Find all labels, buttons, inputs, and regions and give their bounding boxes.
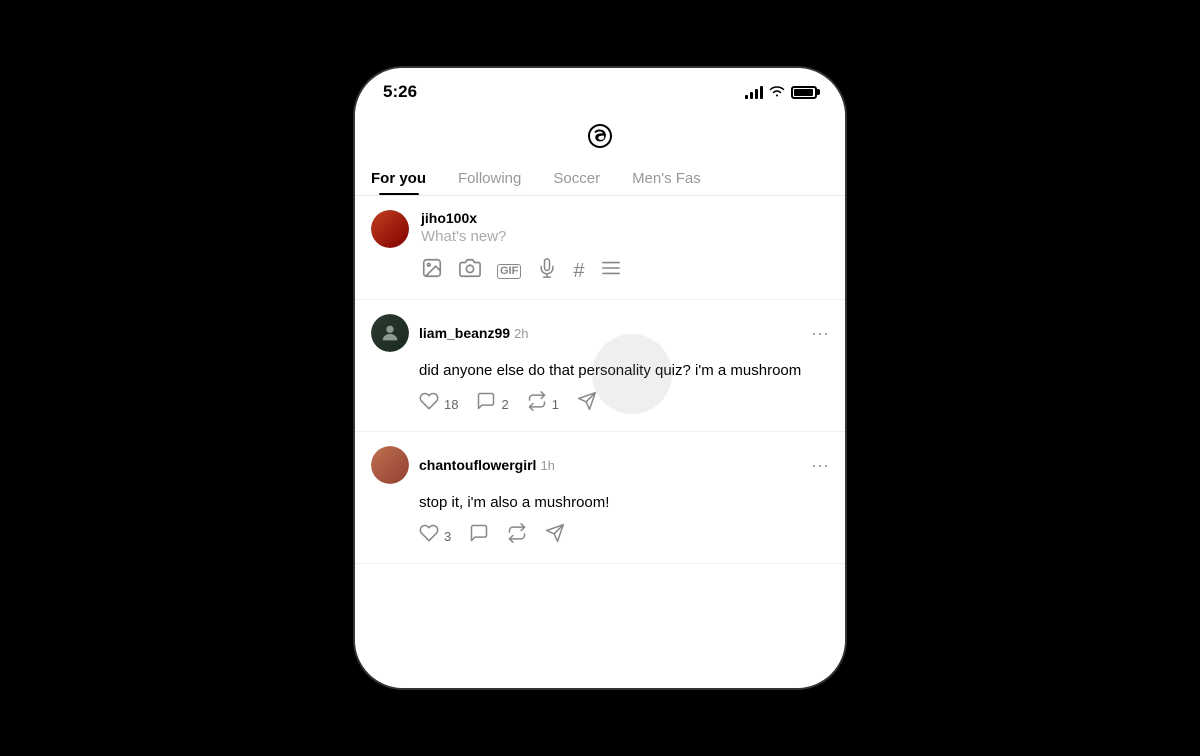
post-chantou-meta: chantouflowergirl 1h bbox=[419, 457, 555, 473]
post-liam-text: did anyone else do that personality quiz… bbox=[419, 360, 829, 381]
comment-icon-2 bbox=[469, 523, 489, 549]
compose-area: jiho100x What's new? bbox=[355, 196, 845, 300]
post-liam-comment-count: 2 bbox=[501, 397, 508, 412]
post-liam-header: liam_beanz99 2h ··· bbox=[371, 314, 829, 352]
compose-image-icon[interactable] bbox=[421, 257, 443, 285]
post-liam-repost-count: 1 bbox=[552, 397, 559, 412]
compose-gif-icon[interactable]: GIF bbox=[497, 264, 521, 279]
tab-for-you[interactable]: For you bbox=[355, 160, 442, 195]
wifi-icon bbox=[769, 84, 785, 100]
post-liam-time: 2h bbox=[514, 326, 528, 341]
threads-logo-icon bbox=[584, 120, 616, 152]
feed-content: jiho100x What's new? bbox=[355, 196, 845, 671]
post-chantou-more-icon[interactable]: ··· bbox=[811, 455, 829, 476]
post-liam-share-action[interactable] bbox=[577, 391, 597, 417]
post-liam-more-icon[interactable]: ··· bbox=[811, 323, 829, 344]
compose-actions: GIF # bbox=[421, 257, 829, 285]
post-chantou-like-count: 3 bbox=[444, 529, 451, 544]
post-chantou-time: 1h bbox=[540, 458, 554, 473]
post-liam-repost-action[interactable]: 1 bbox=[527, 391, 559, 417]
compose-content: jiho100x What's new? bbox=[421, 210, 829, 285]
post-chantou-share-action[interactable] bbox=[545, 523, 565, 549]
post-liam-comment-action[interactable]: 2 bbox=[476, 391, 508, 417]
battery-icon bbox=[791, 86, 817, 99]
post-chantou-username: chantouflowergirl bbox=[419, 457, 536, 473]
compose-avatar bbox=[371, 210, 409, 248]
post-liam-avatar bbox=[371, 314, 409, 352]
post-chantou-header: chantouflowergirl 1h ··· bbox=[371, 446, 829, 484]
tab-mens-fas[interactable]: Men's Fas bbox=[616, 160, 717, 195]
post-chantou-comment-action[interactable] bbox=[469, 523, 489, 549]
status-time: 5:26 bbox=[383, 82, 417, 102]
compose-hashtag-icon[interactable]: # bbox=[573, 260, 584, 283]
app-header bbox=[355, 110, 845, 160]
post-chantou-avatar bbox=[371, 446, 409, 484]
post-liam-actions: 18 2 bbox=[419, 391, 829, 417]
heart-icon-2 bbox=[419, 523, 439, 549]
post-chantou-actions: 3 bbox=[419, 523, 829, 549]
tab-bar: For you Following Soccer Men's Fas bbox=[355, 160, 845, 196]
post-liam-user-info: liam_beanz99 2h bbox=[371, 314, 529, 352]
status-bar: 5:26 bbox=[355, 68, 845, 110]
post-liam: liam_beanz99 2h ··· did anyone else do t… bbox=[355, 300, 845, 432]
post-chantou-text: stop it, i'm also a mushroom! bbox=[419, 492, 829, 513]
compose-username: jiho100x bbox=[421, 210, 829, 226]
compose-placeholder-text[interactable]: What's new? bbox=[421, 228, 829, 245]
repost-icon-2 bbox=[507, 523, 527, 549]
signal-icon bbox=[745, 85, 763, 99]
heart-icon bbox=[419, 391, 439, 417]
post-liam-like-action[interactable]: 18 bbox=[419, 391, 458, 417]
post-chantou-repost-action[interactable] bbox=[507, 523, 527, 549]
post-chantou-like-action[interactable]: 3 bbox=[419, 523, 451, 549]
repost-icon bbox=[527, 391, 547, 417]
post-liam-meta: liam_beanz99 2h bbox=[419, 325, 529, 341]
post-liam-like-count: 18 bbox=[444, 397, 458, 412]
comment-icon bbox=[476, 391, 496, 417]
share-icon-2 bbox=[545, 523, 565, 549]
share-icon bbox=[577, 391, 597, 417]
phone-frame: 5:26 bbox=[355, 68, 845, 688]
post-chantou: chantouflowergirl 1h ··· stop it, i'm al… bbox=[355, 432, 845, 564]
compose-mic-icon[interactable] bbox=[537, 257, 557, 285]
compose-camera-icon[interactable] bbox=[459, 257, 481, 285]
status-icons bbox=[745, 84, 817, 100]
post-chantou-user-info: chantouflowergirl 1h bbox=[371, 446, 555, 484]
post-liam-username: liam_beanz99 bbox=[419, 325, 510, 341]
tab-soccer[interactable]: Soccer bbox=[537, 160, 616, 195]
compose-list-icon[interactable] bbox=[600, 259, 622, 283]
tab-following[interactable]: Following bbox=[442, 160, 537, 195]
